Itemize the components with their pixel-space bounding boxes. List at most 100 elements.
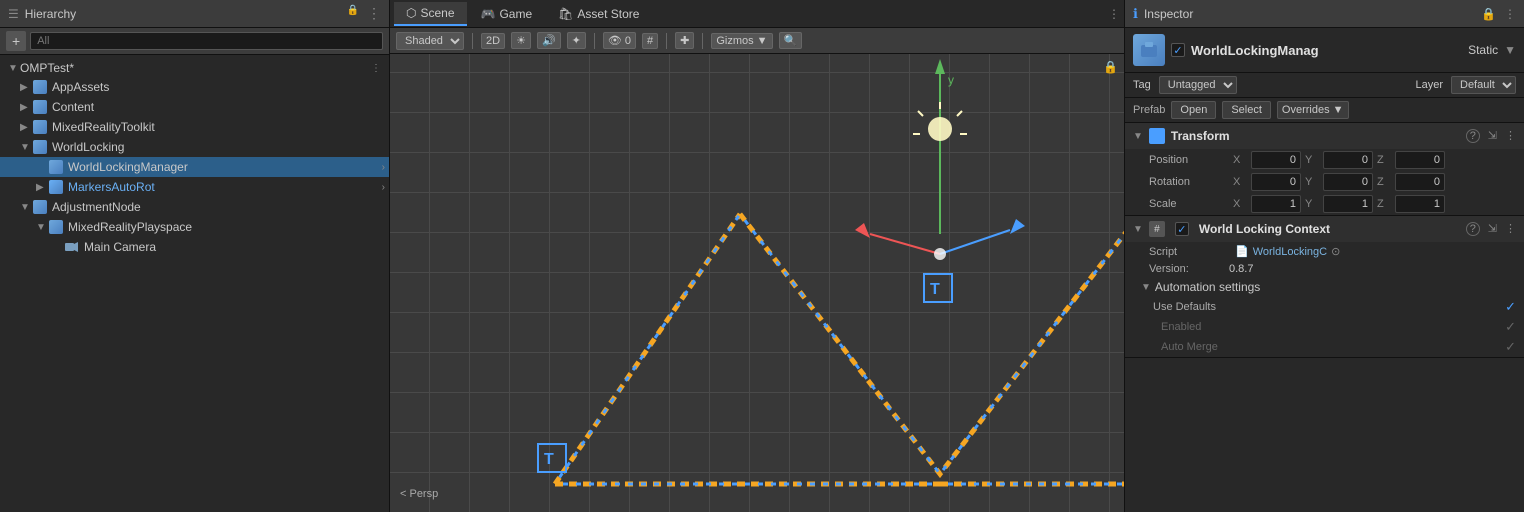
hierarchy-menu-icon: ☰: [8, 7, 19, 21]
tree-item-omptest[interactable]: ▼ OMPTest* ⋮: [0, 59, 389, 77]
tree-icon-markersautorot: [48, 179, 64, 195]
2d-button[interactable]: 2D: [481, 33, 505, 49]
enabled-checkmark: ✓: [1505, 319, 1516, 335]
auto-merge-label: Auto Merge: [1153, 341, 1497, 353]
tree-label-content: Content: [52, 100, 385, 114]
toolbar-sep-2: [594, 33, 595, 49]
transform-actions: ? ⇲ ⋮: [1466, 129, 1516, 143]
prefab-select-button[interactable]: Select: [1222, 101, 1271, 119]
tree-item-appassets[interactable]: ▶ AppAssets: [0, 77, 389, 97]
lighting-button[interactable]: ☀: [511, 32, 531, 49]
tab-asset-store[interactable]: 🛍 Asset Store: [546, 3, 651, 25]
position-z-input[interactable]: [1395, 151, 1445, 169]
search-viewport-button[interactable]: 🔍: [779, 32, 803, 49]
hierarchy-tree: ▼ OMPTest* ⋮ ▶ AppAssets ▶ Content ▶ Mix…: [0, 55, 389, 512]
shading-dropdown[interactable]: Shaded: [396, 32, 464, 50]
scene-icon: ⬡: [406, 6, 416, 20]
tab-game[interactable]: 🎮 Game: [469, 3, 545, 25]
world-locking-context-component: ▼ # World Locking Context ? ⇲ ⋮ Script 📄…: [1125, 216, 1524, 358]
tree-item-maincamera[interactable]: Main Camera: [0, 237, 389, 257]
persp-label: < Persp: [400, 488, 438, 500]
rotation-x-input[interactable]: [1251, 173, 1301, 191]
version-label: Version:: [1149, 263, 1229, 275]
scale-y-input[interactable]: [1323, 195, 1373, 213]
viewport-tab-more[interactable]: ⋮: [1108, 7, 1120, 21]
toolbar-sep-4: [702, 33, 703, 49]
tools-button[interactable]: ✚: [675, 32, 694, 49]
transform-help-icon[interactable]: ?: [1466, 129, 1480, 143]
layer-select[interactable]: Default: [1451, 76, 1516, 94]
prefab-open-button[interactable]: Open: [1171, 101, 1216, 119]
viewport-panel: ⬡ Scene 🎮 Game 🛍 Asset Store ⋮ Shaded 2D…: [390, 0, 1124, 512]
wlc-name: World Locking Context: [1199, 222, 1460, 236]
scale-x-label: X: [1233, 198, 1247, 210]
tree-item-content[interactable]: ▶ Content: [0, 97, 389, 117]
use-defaults-label: Use Defaults: [1153, 301, 1497, 313]
script-row: Script 📄 WorldLockingC ⊙: [1125, 242, 1524, 261]
svg-text:T: T: [930, 281, 940, 298]
tree-more-omptest[interactable]: ⋮: [367, 63, 385, 74]
hidden-layers-button[interactable]: 👁 0: [603, 32, 636, 49]
prefab-label: Prefab: [1133, 104, 1165, 116]
wlc-enabled-checkbox[interactable]: [1175, 222, 1189, 236]
viewport-lock-icon: 🔒: [1103, 60, 1118, 74]
rotation-x-label: X: [1233, 176, 1247, 188]
scale-x-input[interactable]: [1251, 195, 1301, 213]
tree-arrow-mixedreality: ▶: [20, 122, 32, 133]
position-axis-group: X Y Z: [1233, 151, 1516, 169]
obj-enabled-checkbox[interactable]: [1171, 43, 1185, 57]
scale-z-input[interactable]: [1395, 195, 1445, 213]
hierarchy-add-button[interactable]: +: [6, 31, 26, 51]
tree-icon-appassets: [32, 79, 48, 95]
inspector-info-icon: ℹ: [1133, 6, 1138, 22]
transform-pin-icon[interactable]: ⇲: [1488, 129, 1497, 143]
transform-icon: [1149, 128, 1165, 144]
tree-item-adjustmentnode[interactable]: ▼ AdjustmentNode: [0, 197, 389, 217]
tree-icon-mixedreality: [32, 119, 48, 135]
position-y-input[interactable]: [1323, 151, 1373, 169]
fx-button[interactable]: ✦: [567, 32, 586, 49]
prefab-row: Prefab Open Select Overrides ▼: [1125, 98, 1524, 123]
tree-icon-content: [32, 99, 48, 115]
rotation-z-input[interactable]: [1395, 173, 1445, 191]
rotation-y-input[interactable]: [1323, 173, 1373, 191]
gizmos-button[interactable]: Gizmos ▼: [711, 33, 772, 49]
store-icon: 🛍: [558, 7, 573, 21]
inspector-panel: ℹ Inspector 🔒 ⋮ WorldLockingManag Static…: [1124, 0, 1524, 512]
position-x-input[interactable]: [1251, 151, 1301, 169]
tree-item-worldlocking[interactable]: ▼ WorldLocking: [0, 137, 389, 157]
rotation-y-label: Y: [1305, 176, 1319, 188]
auto-merge-checkmark: ✓: [1505, 339, 1516, 355]
tag-select[interactable]: Untagged: [1159, 76, 1237, 94]
tree-item-worldlockingmanager[interactable]: WorldLockingManager ›: [0, 157, 389, 177]
grid-button[interactable]: #: [642, 33, 658, 49]
wlc-pin-icon[interactable]: ⇲: [1488, 222, 1497, 236]
tree-arrow-content: ▶: [20, 102, 32, 113]
inspector-obj-header: WorldLockingManag Static ▼: [1125, 28, 1524, 73]
automation-settings-header[interactable]: ▼ Automation settings: [1125, 277, 1524, 297]
tree-item-mixedrealityplayspace[interactable]: ▼ MixedRealityPlayspace: [0, 217, 389, 237]
tree-label-mixedreality: MixedRealityToolkit: [52, 120, 385, 134]
tree-item-markersautorot[interactable]: ▶ MarkersAutoRot ›: [0, 177, 389, 197]
wlc-help-icon[interactable]: ?: [1466, 222, 1480, 236]
tree-arrow-mixedrealityplayspace: ▼: [36, 222, 48, 233]
wlc-header[interactable]: ▼ # World Locking Context ? ⇲ ⋮: [1125, 216, 1524, 242]
scene-content-svg: y T T T: [390, 54, 1124, 512]
tree-item-mixedreality[interactable]: ▶ MixedRealityToolkit: [0, 117, 389, 137]
hierarchy-search-input[interactable]: [30, 32, 383, 50]
static-dropdown-arrow[interactable]: ▼: [1504, 43, 1516, 57]
tab-scene[interactable]: ⬡ Scene: [394, 2, 467, 26]
transform-more-icon[interactable]: ⋮: [1505, 129, 1516, 143]
audio-button[interactable]: 🔊: [537, 32, 561, 49]
tab-game-label: Game: [499, 7, 532, 21]
transform-header[interactable]: ▼ Transform ? ⇲ ⋮: [1125, 123, 1524, 149]
hierarchy-title: Hierarchy: [25, 7, 76, 21]
wlc-actions: ? ⇲ ⋮: [1466, 222, 1516, 236]
scale-y-label: Y: [1305, 198, 1319, 210]
transform-name: Transform: [1171, 129, 1460, 143]
position-x-label: X: [1233, 154, 1247, 166]
prefab-overrides-button[interactable]: Overrides ▼: [1277, 101, 1349, 119]
wlc-more-icon[interactable]: ⋮: [1505, 222, 1516, 236]
inspector-title: Inspector: [1144, 7, 1193, 21]
more-icon: ⋮: [367, 5, 381, 22]
